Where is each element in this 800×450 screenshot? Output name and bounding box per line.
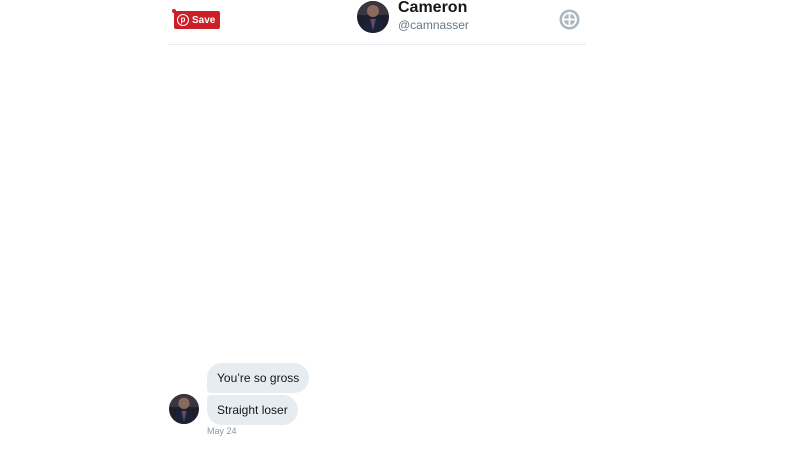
message-timestamp: May 24 (207, 426, 237, 436)
contact-handle[interactable]: @camnasser (398, 18, 469, 32)
pinterest-save-button[interactable]: p Save (174, 11, 221, 29)
save-button-label: Save (192, 14, 216, 26)
header-avatar[interactable] (357, 1, 389, 33)
dm-conversation-page: p Save Cameron @camnasser You’re so gros… (0, 0, 800, 450)
message-bubble[interactable]: You’re so gross (207, 363, 310, 393)
conversation-header: p Save Cameron @camnasser (168, 0, 586, 45)
contact-name[interactable]: Cameron (398, 0, 467, 17)
sender-avatar[interactable] (169, 394, 199, 424)
message-bubble[interactable]: Straight loser (207, 395, 298, 425)
info-circle-icon[interactable] (559, 9, 580, 30)
pinterest-icon: p (177, 14, 189, 26)
